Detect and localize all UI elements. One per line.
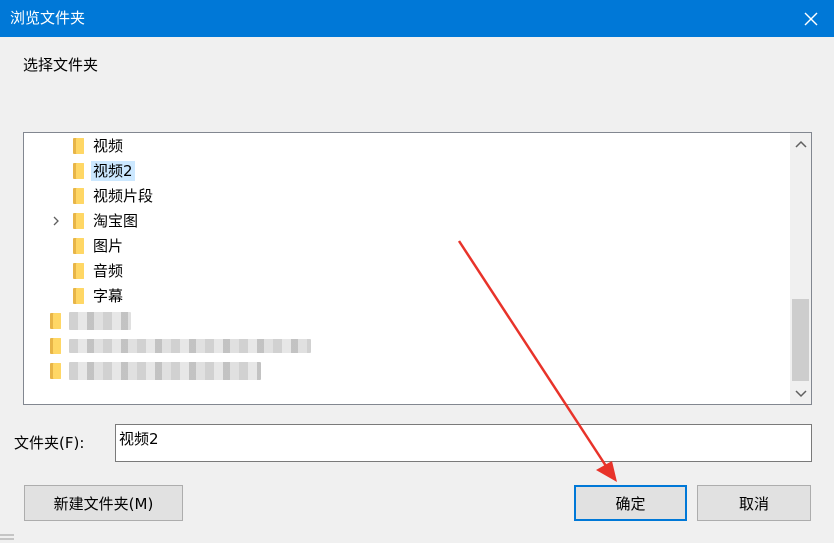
tree-item-redacted[interactable] bbox=[24, 310, 789, 332]
tree-item-label: 视频片段 bbox=[93, 187, 154, 205]
tree-item-label: 视频2 bbox=[91, 161, 135, 181]
folder-icon bbox=[73, 238, 84, 254]
scroll-up-button[interactable] bbox=[790, 133, 811, 154]
folder-icon bbox=[50, 313, 61, 329]
folder-icon bbox=[73, 188, 84, 204]
tree-item-pictures[interactable]: 图片 bbox=[24, 235, 789, 257]
tree-item-label: 淘宝图 bbox=[93, 212, 139, 230]
close-icon bbox=[804, 12, 818, 25]
folder-name-input[interactable]: 视频2 bbox=[115, 424, 812, 462]
tree-item-label: 字幕 bbox=[93, 287, 124, 305]
tree-item-label: 图片 bbox=[93, 237, 124, 255]
chevron-up-icon bbox=[794, 140, 807, 148]
folder-field-label: 文件夹(F): bbox=[14, 434, 85, 452]
vertical-scrollbar[interactable] bbox=[790, 133, 811, 404]
tree-item-redacted[interactable] bbox=[24, 335, 789, 357]
tree-item-audio[interactable]: 音频 bbox=[24, 260, 789, 282]
cancel-button[interactable]: 取消 bbox=[697, 485, 811, 521]
tree-item-video2[interactable]: 视频2 bbox=[24, 160, 789, 182]
tree-item-label: 音频 bbox=[93, 262, 124, 280]
folder-icon bbox=[50, 338, 61, 354]
folder-icon bbox=[73, 288, 84, 304]
resize-grip-icon[interactable] bbox=[0, 531, 14, 543]
window-title: 浏览文件夹 bbox=[10, 9, 86, 27]
folder-icon bbox=[73, 213, 84, 229]
folder-icon bbox=[73, 263, 84, 279]
ok-button[interactable]: 确定 bbox=[574, 485, 687, 521]
scroll-thumb[interactable] bbox=[792, 299, 809, 381]
new-folder-button[interactable]: 新建文件夹(M) bbox=[24, 485, 183, 521]
close-button[interactable] bbox=[788, 0, 834, 37]
chevron-right-icon[interactable] bbox=[50, 215, 62, 227]
folder-icon bbox=[50, 363, 61, 379]
tree-item-video-clips[interactable]: 视频片段 bbox=[24, 185, 789, 207]
tree-item-redacted[interactable] bbox=[24, 360, 789, 382]
folder-tree[interactable]: 视频 视频2 视频片段 淘宝图 图片 音频 字幕 bbox=[23, 132, 812, 405]
title-bar: 浏览文件夹 bbox=[0, 0, 834, 37]
chevron-down-icon bbox=[794, 389, 807, 397]
tree-item-subtitles[interactable]: 字幕 bbox=[24, 285, 789, 307]
folder-icon bbox=[73, 138, 84, 154]
scroll-down-button[interactable] bbox=[790, 383, 811, 404]
tree-item-taobao[interactable]: 淘宝图 bbox=[24, 210, 789, 232]
tree-item-video[interactable]: 视频 bbox=[24, 135, 789, 157]
redacted-label bbox=[69, 362, 261, 380]
instruction-text: 选择文件夹 bbox=[23, 56, 99, 74]
folder-icon bbox=[73, 163, 84, 179]
tree-item-label: 视频 bbox=[93, 137, 124, 155]
redacted-label bbox=[69, 312, 131, 330]
redacted-label bbox=[69, 339, 311, 353]
